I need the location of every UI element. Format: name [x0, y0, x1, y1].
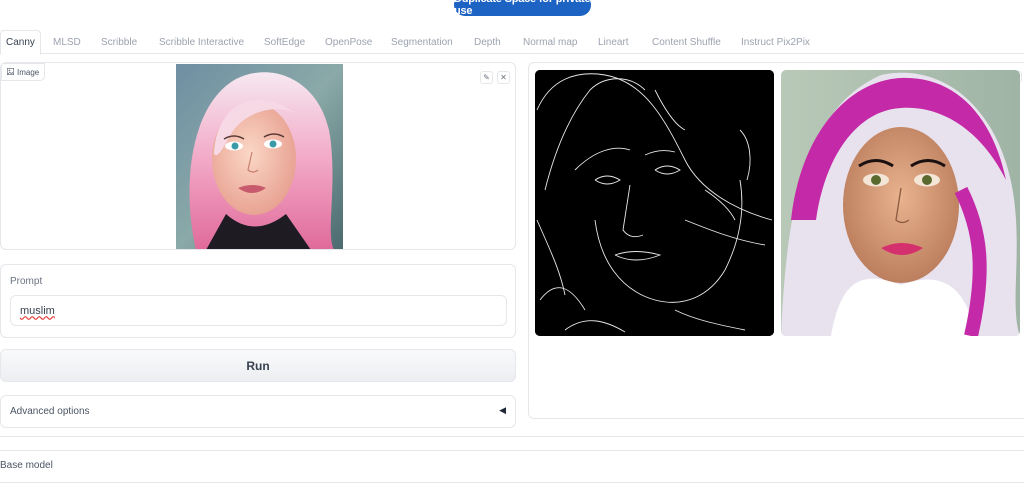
canny-edge-output-image[interactable] — [535, 70, 774, 336]
close-icon[interactable]: ✕ — [497, 71, 510, 84]
uploaded-portrait-image — [176, 64, 343, 249]
tab-mlsd[interactable]: MLSD — [53, 30, 81, 54]
tab-depth[interactable]: Depth — [474, 30, 501, 54]
run-button[interactable]: Run — [0, 349, 516, 382]
tab-lineart[interactable]: Lineart — [598, 30, 629, 54]
image-label-text: Image — [17, 67, 40, 77]
tab-segmentation[interactable]: Segmentation — [391, 30, 453, 54]
prompt-input[interactable]: muslim — [10, 295, 507, 326]
divider — [0, 482, 1024, 483]
pencil-icon[interactable]: ✎ — [480, 71, 493, 84]
tab-softedge[interactable]: SoftEdge — [264, 30, 305, 54]
image-icon — [7, 67, 14, 77]
image-label: Image — [1, 63, 46, 81]
generated-output-image[interactable] — [781, 70, 1020, 336]
tab-scribble-interactive[interactable]: Scribble Interactive — [159, 30, 244, 54]
tab-normal-map[interactable]: Normal map — [523, 30, 577, 54]
tab-scribble[interactable]: Scribble — [101, 30, 137, 54]
tab-instruct-pix2pix[interactable]: Instruct Pix2Pix — [741, 30, 810, 54]
divider — [0, 450, 1024, 451]
prompt-panel: Prompt muslim — [0, 264, 516, 338]
tab-openpose[interactable]: OpenPose — [325, 30, 372, 54]
duplicate-space-button[interactable]: Duplicate Space for private use — [454, 0, 591, 17]
advanced-options-accordion[interactable]: Advanced options ◀ — [0, 395, 516, 428]
base-model-label: Base model — [0, 460, 53, 471]
output-gallery: ⋖ — [528, 62, 1024, 419]
divider — [0, 436, 1024, 437]
tab-content-shuffle[interactable]: Content Shuffle — [652, 30, 721, 54]
prompt-label: Prompt — [10, 276, 43, 287]
tab-canny[interactable]: Canny — [0, 30, 41, 55]
tab-bar: Canny MLSD Scribble Scribble Interactive… — [0, 30, 1024, 55]
image-input-panel[interactable]: Image ✎ ✕ — [0, 62, 516, 250]
advanced-options-label: Advanced options — [10, 406, 90, 417]
prompt-value: muslim — [20, 304, 55, 317]
caret-left-icon[interactable]: ◀ — [499, 405, 506, 416]
